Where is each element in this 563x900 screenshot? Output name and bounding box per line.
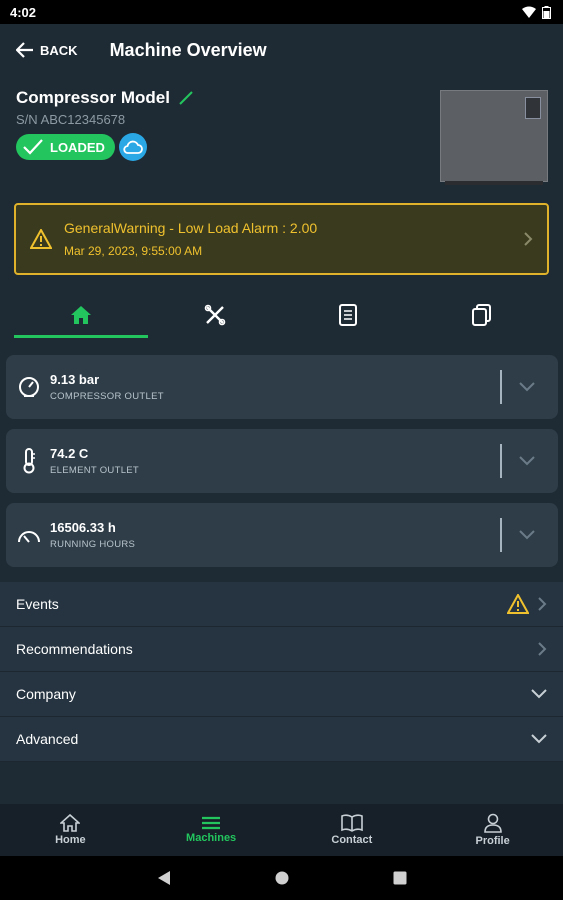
chevron-down-icon xyxy=(531,734,547,744)
chevron-right-icon xyxy=(538,597,547,611)
status-badge: LOADED xyxy=(16,134,115,160)
divider xyxy=(500,518,502,552)
metric-label: ELEMENT OUTLET xyxy=(50,465,140,476)
manual-icon xyxy=(339,304,358,326)
app-bar: BACK Machine Overview xyxy=(0,24,563,76)
alarm-title: GeneralWarning - Low Load Alarm : 2.00 xyxy=(64,220,318,236)
system-navigation-bar xyxy=(0,856,563,900)
warning-icon xyxy=(30,229,52,249)
person-icon xyxy=(483,813,502,833)
back-button[interactable]: BACK xyxy=(16,42,78,58)
list-icon xyxy=(202,816,221,830)
status-icons xyxy=(522,5,551,19)
machine-base xyxy=(445,181,543,185)
list-item-label: Company xyxy=(16,686,76,702)
tab-overview[interactable] xyxy=(14,292,148,338)
nav-profile-label: Profile xyxy=(475,835,510,847)
bottom-navigation: Home Machines Contact Profile xyxy=(0,804,563,856)
metric-value: 9.13 bar xyxy=(50,372,100,387)
nav-machines[interactable]: Machines xyxy=(141,804,282,856)
cloud-icon xyxy=(123,140,143,154)
metric-card-element-outlet[interactable]: 74.2 C ELEMENT OUTLET xyxy=(6,429,558,493)
chevron-down-icon[interactable] xyxy=(510,382,544,392)
alarm-banner[interactable]: GeneralWarning - Low Load Alarm : 2.00 M… xyxy=(14,203,549,275)
metric-label: COMPRESSOR OUTLET xyxy=(50,391,164,402)
divider xyxy=(500,444,502,478)
battery-icon xyxy=(542,5,551,19)
wifi-icon xyxy=(522,6,536,18)
nav-home-label: Home xyxy=(55,834,86,846)
warning-icon xyxy=(507,594,529,614)
back-triangle-icon[interactable] xyxy=(157,870,171,886)
alarm-date: Mar 29, 2023, 9:55:00 AM xyxy=(64,244,203,258)
status-badge-label: LOADED xyxy=(50,139,105,155)
list-item-events[interactable]: Events xyxy=(0,582,563,627)
back-label: BACK xyxy=(40,42,78,58)
list-item-label: Advanced xyxy=(16,731,79,747)
chevron-down-icon[interactable] xyxy=(510,530,544,540)
nav-machines-label: Machines xyxy=(186,832,237,844)
list-item-recommendations[interactable]: Recommendations xyxy=(0,627,563,672)
metric-label: RUNNING HOURS xyxy=(50,539,136,550)
recents-square-icon[interactable] xyxy=(393,871,407,885)
nav-profile[interactable]: Profile xyxy=(422,804,563,856)
edit-icon[interactable] xyxy=(178,90,194,106)
arrow-left-icon xyxy=(16,42,33,58)
home-icon xyxy=(60,814,81,832)
home-icon xyxy=(70,306,91,324)
documents-icon xyxy=(472,304,492,326)
chevron-right-icon xyxy=(538,642,547,656)
speedometer-icon xyxy=(16,526,42,544)
list-item-label: Recommendations xyxy=(16,641,133,657)
tools-icon xyxy=(204,304,225,326)
book-icon xyxy=(341,814,363,832)
home-circle-icon[interactable] xyxy=(275,871,289,885)
thermometer-icon xyxy=(16,448,42,474)
metric-value: 16506.33 h xyxy=(50,520,116,535)
pressure-gauge-icon xyxy=(16,376,42,398)
chevron-down-icon[interactable] xyxy=(510,456,544,466)
metric-card-running-hours[interactable]: 16506.33 h RUNNING HOURS xyxy=(6,503,558,567)
chevron-right-icon xyxy=(524,232,533,246)
status-time: 4:02 xyxy=(10,4,37,20)
metric-value: 74.2 C xyxy=(50,446,89,461)
tab-service[interactable] xyxy=(148,292,282,338)
page-title: Machine Overview xyxy=(109,39,267,60)
list-item-advanced[interactable]: Advanced xyxy=(0,717,563,762)
machine-image xyxy=(440,90,548,185)
tab-manual[interactable] xyxy=(282,292,416,338)
tab-documents[interactable] xyxy=(415,292,549,338)
chevron-down-icon xyxy=(531,689,547,699)
nav-home[interactable]: Home xyxy=(0,804,141,856)
machine-model-name: Compressor Model xyxy=(16,88,170,107)
cloud-badge xyxy=(118,133,147,161)
nav-contact-label: Contact xyxy=(331,834,373,846)
check-icon xyxy=(23,139,43,155)
list-item-company[interactable]: Company xyxy=(0,672,563,717)
nav-contact[interactable]: Contact xyxy=(282,804,423,856)
section-list: Events Recommendations Company Advanced xyxy=(0,582,563,762)
section-tabs xyxy=(14,292,549,338)
divider xyxy=(500,370,502,404)
status-bar: 4:02 xyxy=(0,0,563,24)
metric-card-compressor-outlet[interactable]: 9.13 bar COMPRESSOR OUTLET xyxy=(6,355,558,419)
machine-control-panel xyxy=(525,97,541,119)
list-item-label: Events xyxy=(16,596,59,612)
